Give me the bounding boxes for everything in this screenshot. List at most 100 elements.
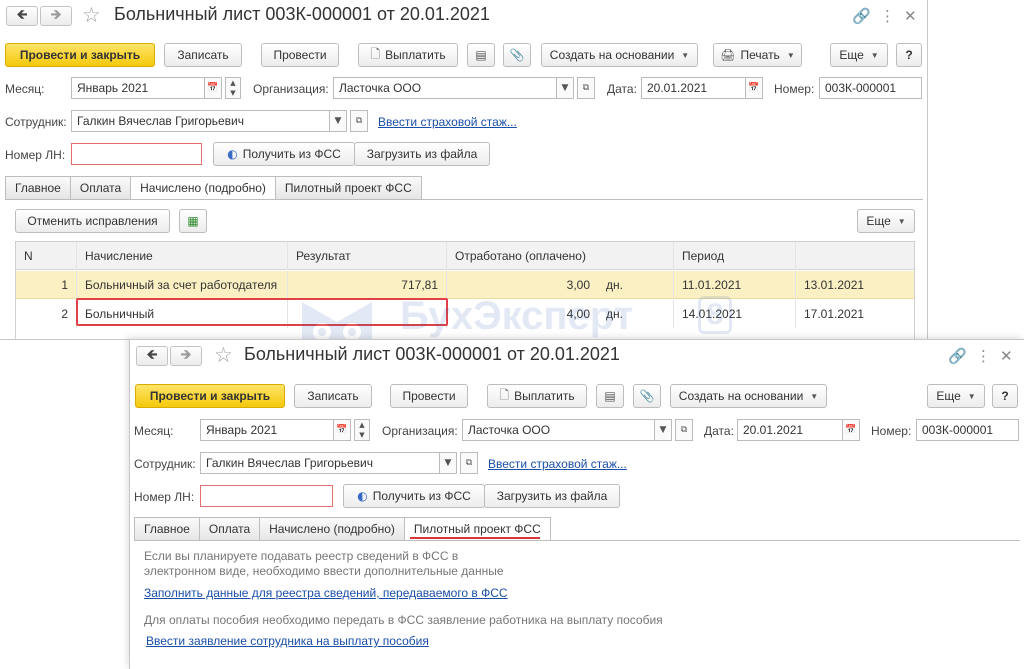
title-bar: 🡸 🡺 ☆ Больничный лист 003К-000001 от 20.… [0,0,927,34]
print-button[interactable]: 🖨 Печать ▼ [713,43,802,67]
back-button[interactable]: 🡸 [136,346,168,366]
employee-label: Сотрудник: [5,115,67,129]
column-header[interactable]: Начисление [77,242,288,270]
help-button[interactable]: ? [992,384,1018,408]
add-row-button[interactable]: ▦ [179,209,207,233]
more-vertical-icon[interactable]: ⋮ [880,7,895,25]
month-stepper[interactable]: ▲ ▼ [225,77,241,99]
calendar-icon[interactable]: 📅 [745,77,763,99]
organization-field[interactable]: Ласточка ООО [333,77,557,99]
employee-field[interactable]: Галкин Вячеслав Григорьевич [71,110,330,132]
open-icon[interactable]: ⧉ [577,77,595,99]
link-icon[interactable]: 🔗 [852,7,871,25]
attach-button[interactable]: 📎 [633,384,661,408]
create-based-on-button[interactable]: Создать на основании ▼ [541,43,698,67]
more-button[interactable]: Еще ▼ [830,43,888,67]
post-button[interactable]: Провести [390,384,468,408]
calendar-icon[interactable]: 📅 [842,419,860,441]
forward-button[interactable]: 🡺 [170,346,202,366]
more-button[interactable]: Еще ▼ [927,384,985,408]
cancel-corrections-button[interactable]: Отменить исправления [15,209,170,233]
pay-button[interactable]: 🗋 Выплатить [358,43,458,67]
tab-bar: Главное Оплата Начислено (подробно) Пило… [5,176,422,200]
column-header[interactable]: Период [674,242,796,270]
table-row[interactable]: 1 Больничный за счет работодателя 717,81… [16,271,914,299]
chevron-down-icon[interactable]: ▼ [556,77,574,99]
insurance-experience-link[interactable]: Ввести страховой стаж... [378,115,517,129]
tab-payment[interactable]: Оплата [198,517,260,541]
save-button[interactable]: Записать [294,384,372,408]
back-button[interactable]: 🡸 [6,6,38,26]
post-and-close-button[interactable]: Провести и закрыть [135,384,285,408]
attach-button[interactable]: 📎 [503,43,531,67]
load-from-file-button[interactable]: Загрузить из файла [484,484,620,508]
dropdown-arrow-icon: ▼ [786,50,795,60]
tab-payment[interactable]: Оплата [69,176,131,200]
sick-leave-number-input[interactable] [200,485,333,507]
column-header[interactable]: N [16,242,77,270]
payment-icon: 🗋 [370,46,381,61]
month-field[interactable]: Январь 2021 [200,419,334,441]
more-vertical-icon[interactable]: ⋮ [976,347,991,365]
tab-accrued-detailed[interactable]: Начислено (подробно) [130,176,275,200]
employee-field[interactable]: Галкин Вячеслав Григорьевич [200,452,440,474]
organization-label: Организация: [382,424,458,438]
arrow-left-icon: 🡸 [16,6,28,22]
printer-icon: 🖨 [720,48,736,62]
open-icon[interactable]: ⧉ [350,110,368,132]
employee-application-link[interactable]: Ввести заявление сотрудника на выплату п… [146,634,429,648]
organization-field[interactable]: Ласточка ООО [462,419,655,441]
load-from-file-button[interactable]: Загрузить из файла [354,142,490,166]
insurance-experience-link[interactable]: Ввести страховой стаж... [488,457,627,471]
calendar-icon[interactable]: 📅 [333,419,351,441]
sick-leave-number-label: Номер ЛН: [134,490,195,504]
date-field[interactable]: 20.01.2021 [641,77,746,99]
number-label: Номер: [871,424,912,438]
close-icon[interactable]: ✕ [904,7,917,25]
close-icon[interactable]: ✕ [1000,347,1013,365]
link-icon[interactable]: 🔗 [948,347,967,365]
chevron-down-icon[interactable]: ▼ [329,110,347,132]
accrual-cell: Больничный за счет работодателя [77,271,288,299]
paperclip-icon: 📎 [639,389,655,403]
sick-leave-number-input[interactable] [71,143,202,165]
get-from-fss-button[interactable]: ◐ Получить из ФСС [343,484,485,508]
tab-underline-highlight [410,537,540,539]
tab-main[interactable]: Главное [134,517,199,541]
report-button[interactable]: ▤ [467,43,495,67]
help-button[interactable]: ? [896,43,922,67]
date-field[interactable]: 20.01.2021 [737,419,843,441]
forward-button[interactable]: 🡺 [40,6,72,26]
open-icon[interactable]: ⧉ [675,419,693,441]
number-field[interactable]: 003К-000001 [916,419,1019,441]
pilot-hint-2: Для оплаты пособия необходимо передать в… [144,613,663,627]
column-header[interactable]: Отработано (оплачено) [447,242,674,270]
pay-button[interactable]: 🗋 Выплатить [487,384,587,408]
row-number: 1 [16,271,77,299]
tab-pilot-fss[interactable]: Пилотный проект ФСС [274,176,422,200]
month-stepper[interactable]: ▲ ▼ [354,419,370,441]
dropdown-arrow-icon: ▼ [897,216,906,226]
create-based-on-button[interactable]: Создать на основании ▼ [670,384,827,408]
chevron-down-icon[interactable]: ▼ [654,419,672,441]
chevron-down-icon[interactable]: ▼ [439,452,457,474]
column-header[interactable]: Результат [288,242,447,270]
number-field[interactable]: 003К-000001 [819,77,922,99]
open-icon[interactable]: ⧉ [460,452,478,474]
tab-main[interactable]: Главное [5,176,70,200]
document-window-main: 🡸 🡺 ☆ Больничный лист 003К-000001 от 20.… [0,0,928,340]
grid-more-button[interactable]: Еще ▼ [857,209,915,233]
favorite-star-icon[interactable]: ☆ [214,343,233,367]
post-and-close-button[interactable]: Провести и закрыть [5,43,155,67]
get-from-fss-button[interactable]: ◐ Получить из ФСС [213,142,355,166]
post-button[interactable]: Провести [261,43,339,67]
chevron-up-icon: ▲ [359,421,365,429]
fill-registry-data-link[interactable]: Заполнить данные для реестра сведений, п… [144,586,508,600]
save-button[interactable]: Записать [164,43,242,67]
calendar-icon[interactable]: 📅 [204,77,222,99]
report-button[interactable]: ▤ [596,384,624,408]
highlight-box [76,298,448,326]
favorite-star-icon[interactable]: ☆ [82,3,101,27]
tab-accrued-detailed[interactable]: Начислено (подробно) [259,517,404,541]
month-field[interactable]: Январь 2021 [71,77,205,99]
